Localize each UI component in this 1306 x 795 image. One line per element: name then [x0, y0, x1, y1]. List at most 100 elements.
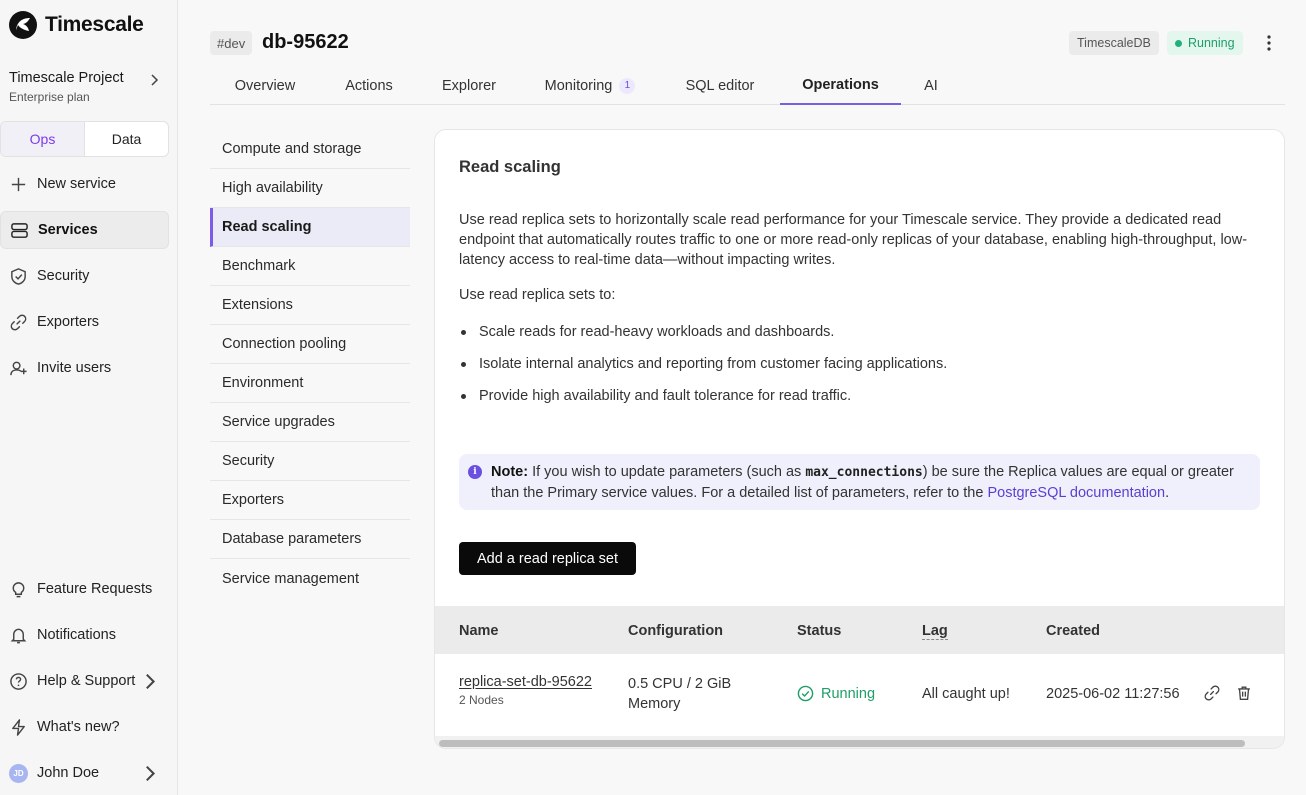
list-item: Scale reads for read-heavy workloads and…: [459, 322, 1249, 354]
more-options-button[interactable]: [1258, 31, 1280, 55]
sidebar-item-new-service[interactable]: New service: [0, 165, 169, 203]
tab-ai[interactable]: AI: [901, 66, 961, 105]
operations-subnav: Compute and storage High availability Re…: [210, 130, 410, 598]
tab-overview[interactable]: Overview: [210, 66, 320, 105]
subnav-service-upgrades[interactable]: Service upgrades: [210, 403, 410, 442]
column-header-lag[interactable]: Lag: [922, 623, 948, 640]
tab-label: Actions: [345, 77, 393, 94]
table-horizontal-scrollbar[interactable]: [435, 736, 1284, 748]
link-icon: [1204, 685, 1220, 701]
subnav-environment[interactable]: Environment: [210, 364, 410, 403]
tab-label: AI: [924, 77, 938, 94]
user-menu[interactable]: JD John Doe: [0, 754, 169, 792]
replica-nodes: 2 Nodes: [459, 693, 504, 707]
replica-config-cell: 0.5 CPU / 2 GiB Memory: [628, 674, 731, 714]
lightbulb-icon: [12, 581, 25, 597]
note-text-before: If you wish to update parameters (such a…: [532, 464, 802, 480]
subnav-database-parameters[interactable]: Database parameters: [210, 520, 410, 559]
project-name: Timescale Project: [9, 70, 124, 86]
sidebar-item-label: Notifications: [37, 627, 116, 643]
timescale-logo[interactable]: Timescale: [8, 10, 144, 40]
subnav-security[interactable]: Security: [210, 442, 410, 481]
sidebar-item-security[interactable]: Security: [0, 257, 169, 295]
more-vertical-icon: [1267, 35, 1271, 51]
column-header-configuration[interactable]: Configuration: [628, 623, 723, 639]
user-plus-icon: [10, 361, 27, 375]
sidebar-item-whats-new[interactable]: What's new?: [0, 708, 169, 746]
list-item: Isolate internal analytics and reporting…: [459, 354, 1249, 386]
subnav-high-availability[interactable]: High availability: [210, 169, 410, 208]
sidebar-item-label: Security: [37, 268, 90, 284]
delete-replica-button[interactable]: [1235, 684, 1253, 706]
plus-icon: [11, 177, 26, 191]
replica-name-cell: replica-set-db-95622 2 Nodes: [459, 674, 592, 707]
service-tabs: Overview Actions Explorer Monitoring 1 SQ…: [210, 66, 1285, 105]
toggle-data[interactable]: Data: [85, 122, 168, 156]
config-line: 0.5 CPU / 2 GiB: [628, 676, 732, 692]
avatar: JD: [9, 763, 28, 783]
server-icon: [11, 222, 28, 238]
sidebar-item-invite-users[interactable]: Invite users: [0, 349, 169, 387]
sidebar-item-feature-requests[interactable]: Feature Requests: [0, 570, 169, 608]
subnav-service-management[interactable]: Service management: [210, 559, 410, 598]
sidebar-item-label: Services: [38, 222, 98, 238]
add-read-replica-set-button[interactable]: Add a read replica set: [459, 542, 636, 575]
toggle-ops[interactable]: Ops: [1, 122, 85, 156]
replica-lag-cell: All caught up!: [922, 686, 1010, 702]
replica-created-cell: 2025-06-02 11:27:56: [1046, 686, 1180, 702]
sidebar-item-notifications[interactable]: Notifications: [0, 616, 169, 654]
sidebar-item-label: Invite users: [37, 360, 112, 376]
tab-label: Monitoring: [544, 77, 613, 94]
tab-label: SQL editor: [685, 77, 755, 94]
column-header-name[interactable]: Name: [459, 623, 499, 639]
tab-label: Explorer: [442, 77, 496, 94]
info-icon: i: [468, 465, 482, 479]
sidebar-item-label: Feature Requests: [37, 581, 153, 597]
parameters-note: i Note: If you wish to update parameters…: [459, 454, 1260, 510]
env-badge: #dev: [210, 31, 253, 55]
note-end: .: [1165, 485, 1170, 501]
sidebar-item-label: Exporters: [37, 314, 100, 330]
postgresql-docs-link[interactable]: PostgreSQL documentation: [987, 485, 1165, 501]
subnav-benchmark[interactable]: Benchmark: [210, 247, 410, 286]
subnav-compute-storage[interactable]: Compute and storage: [210, 130, 410, 169]
project-plan: Enterprise plan: [9, 90, 90, 104]
copy-link-button[interactable]: [1203, 684, 1221, 706]
note-code: max_connections: [805, 465, 923, 480]
project-switcher[interactable]: Timescale Project Enterprise plan: [9, 70, 161, 104]
subnav-exporters[interactable]: Exporters: [210, 481, 410, 520]
tab-operations[interactable]: Operations: [780, 66, 901, 105]
monitoring-count-badge: 1: [619, 77, 636, 94]
column-header-created[interactable]: Created: [1046, 623, 1100, 639]
sidebar-item-services[interactable]: Services: [0, 211, 169, 249]
tab-sql-editor[interactable]: SQL editor: [660, 66, 780, 105]
list-item: Provide high availability and fault tole…: [459, 386, 1249, 418]
chevron-right-icon: [151, 74, 159, 86]
subnav-extensions[interactable]: Extensions: [210, 286, 410, 325]
trash-icon: [1238, 686, 1250, 700]
help-circle-icon: [10, 672, 27, 690]
service-type-badge: TimescaleDB: [1069, 31, 1159, 55]
sidebar-item-label: Help & Support: [37, 673, 136, 689]
tab-explorer[interactable]: Explorer: [418, 66, 520, 105]
service-name: db-95622: [262, 31, 349, 53]
read-scaling-card: Read scaling Use read replica sets to ho…: [434, 129, 1285, 749]
sidebar-item-exporters[interactable]: Exporters: [0, 303, 169, 341]
config-line: Memory: [628, 696, 681, 712]
card-description: Use read replica sets to horizontally sc…: [459, 212, 1248, 268]
sidebar-item-help-support[interactable]: Help & Support: [0, 662, 169, 700]
tab-label: Operations: [802, 76, 879, 93]
scrollbar-thumb[interactable]: [439, 740, 1245, 747]
subnav-connection-pooling[interactable]: Connection pooling: [210, 325, 410, 364]
bell-icon: [10, 628, 27, 643]
tab-actions[interactable]: Actions: [320, 66, 418, 105]
tab-monitoring[interactable]: Monitoring 1: [520, 66, 660, 105]
shield-check-icon: [11, 267, 26, 285]
column-header-status[interactable]: Status: [797, 623, 841, 639]
timescale-logo-icon: [9, 11, 37, 39]
replica-name-link[interactable]: replica-set-db-95622: [459, 674, 592, 690]
service-status-badge: Running: [1167, 31, 1243, 55]
replica-status-cell: Running: [797, 685, 875, 702]
subnav-read-scaling[interactable]: Read scaling: [210, 208, 410, 247]
link-icon: [10, 314, 27, 330]
